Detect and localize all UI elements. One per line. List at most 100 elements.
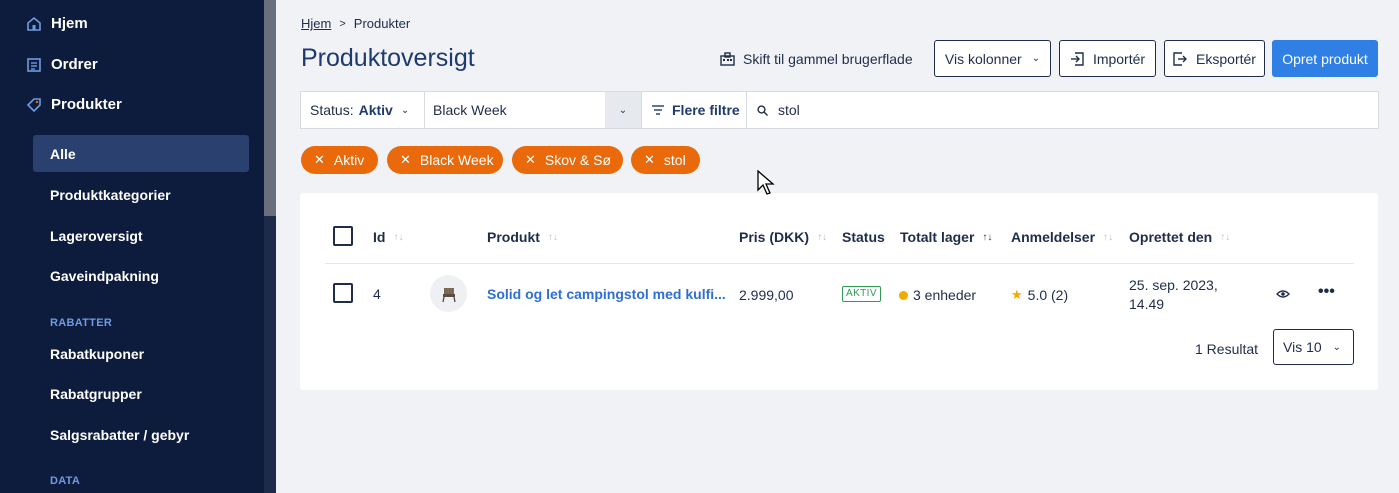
campaign-select-value: Black Week <box>433 102 507 118</box>
row-reviews[interactable]: ★ 5.0 (2) <box>1011 287 1068 303</box>
import-label: Importér <box>1092 50 1146 67</box>
column-header-stock[interactable]: Totalt lager ↑↓ <box>900 229 992 245</box>
sidebar-item-label: Produkter <box>51 96 122 113</box>
sidebar-item-label: Rabatkuponer <box>50 345 145 362</box>
export-button[interactable]: Eksportér <box>1164 40 1265 77</box>
column-header-id[interactable]: Id ↑↓ <box>373 229 403 245</box>
sidebar-item-gaveindpakning[interactable]: Gaveindpakning <box>33 257 249 294</box>
more-filters-label: Flere filtre <box>672 102 740 118</box>
import-button[interactable]: Importér <box>1059 40 1156 77</box>
search-input[interactable]: stol <box>747 92 1378 128</box>
sort-icon: ↑↓ <box>547 231 558 243</box>
page-size-select[interactable]: Vis 10 ⌄ <box>1273 329 1354 365</box>
page-size-label: Vis 10 <box>1283 339 1322 355</box>
sidebar-item-label: Produktkategorier <box>50 186 171 203</box>
column-header-label: Totalt lager <box>900 229 975 245</box>
column-header-status: Status <box>842 229 885 245</box>
column-header-reviews[interactable]: Anmeldelser ↑↓ <box>1011 229 1113 245</box>
star-icon: ★ <box>1011 287 1023 302</box>
filter-chip-label: stol <box>663 152 686 168</box>
select-all-checkbox[interactable] <box>333 226 353 246</box>
sidebar-item-produkter[interactable]: Produkter <box>26 96 122 113</box>
mouse-cursor-icon <box>757 170 775 195</box>
chevron-down-icon: ⌄ <box>400 104 410 116</box>
export-label: Eksportér <box>1196 50 1256 67</box>
row-reviews-value: 5.0 (2) <box>1027 287 1069 303</box>
sidebar-item-label: Hjem <box>51 15 88 32</box>
sidebar-item-ordrer[interactable]: Ordrer <box>26 56 98 73</box>
campaign-dropdown-toggle[interactable]: ⌄ <box>605 92 642 128</box>
result-count: 1 Resultat <box>1195 341 1259 357</box>
sort-icon: ↑↓ <box>817 231 828 243</box>
page-title: Produktoversigt <box>301 44 475 72</box>
column-header-label: Anmeldelser <box>1011 229 1096 245</box>
status-badge: AKTIV <box>842 286 881 302</box>
filter-chip-brand[interactable]: ✕ Skov & Sø <box>512 146 623 174</box>
sidebar-scrollbar-thumb[interactable] <box>264 0 276 216</box>
close-icon[interactable]: ✕ <box>400 152 411 168</box>
sort-icon: ↑↓ <box>393 231 404 243</box>
sidebar-item-label: Salgsrabatter / gebyr <box>50 426 190 443</box>
more-actions-icon[interactable]: ••• <box>1318 283 1335 301</box>
product-name-link[interactable]: Solid og let campingstol med kulfi... <box>487 286 726 302</box>
campaign-select[interactable]: Black Week <box>425 92 605 128</box>
sidebar-item-label: Gaveindpakning <box>50 267 159 284</box>
close-icon[interactable]: ✕ <box>314 152 325 168</box>
sidebar-section-data: DATA <box>50 475 81 487</box>
filter-chip-search[interactable]: ✕ stol <box>631 146 700 174</box>
sidebar-item-salgsrabatter[interactable]: Salgsrabatter / gebyr <box>33 416 249 453</box>
sidebar-item-label: Alle <box>50 145 76 162</box>
sidebar-item-produktkategorier[interactable]: Produktkategorier <box>33 176 249 213</box>
column-header-created[interactable]: Oprettet den ↑↓ <box>1129 229 1230 245</box>
orders-icon <box>26 57 42 73</box>
row-checkbox[interactable] <box>333 283 353 303</box>
old-ui-button[interactable]: Skift til gammel brugerflade <box>720 48 913 70</box>
column-header-label: Pris (DKK) <box>739 229 810 245</box>
row-created-time: 14.49 <box>1129 296 1165 312</box>
sidebar-item-alle[interactable]: Alle <box>33 135 249 172</box>
filter-chip-status[interactable]: ✕ Aktiv <box>301 146 378 174</box>
row-stock: 3 enheder <box>899 287 976 303</box>
status-filter-dropdown[interactable]: Status: Aktiv ⌄ <box>301 92 425 128</box>
chair-image <box>441 287 456 302</box>
status-filter-value: Aktiv <box>358 102 393 118</box>
breadcrumb-home-link[interactable]: Hjem <box>301 16 331 31</box>
row-created: 25. sep. 2023, 14.49 <box>1129 276 1218 314</box>
search-icon <box>757 104 768 116</box>
sidebar-item-lageroversigt[interactable]: Lageroversigt <box>33 217 249 254</box>
sidebar-item-rabatkuponer[interactable]: Rabatkuponer <box>33 335 249 372</box>
column-header-product[interactable]: Produkt ↑↓ <box>487 229 558 245</box>
create-product-label: Opret produkt <box>1282 50 1368 67</box>
close-icon[interactable]: ✕ <box>644 152 655 168</box>
sort-icon: ↑↓ <box>1103 231 1114 243</box>
product-thumbnail[interactable] <box>430 275 467 312</box>
chevron-down-icon: ⌄ <box>618 104 628 116</box>
row-price: 2.999,00 <box>739 287 794 303</box>
sidebar-item-label: Rabatgrupper <box>50 385 142 402</box>
filter-chip-label: Aktiv <box>333 152 365 168</box>
create-product-button[interactable]: Opret produkt <box>1272 40 1378 77</box>
sidebar-item-rabatgrupper[interactable]: Rabatgrupper <box>33 375 249 412</box>
sidebar-item-label: Ordrer <box>51 56 98 73</box>
more-filters-button[interactable]: Flere filtre <box>642 92 747 128</box>
column-header-label: Produkt <box>487 229 540 245</box>
sidebar-item-hjem[interactable]: Hjem <box>26 15 88 32</box>
filter-icon <box>652 105 664 115</box>
chevron-down-icon: ⌄ <box>1332 341 1342 353</box>
export-icon <box>1173 51 1188 66</box>
table-header-divider <box>325 263 1354 264</box>
column-header-price[interactable]: Pris (DKK) ↑↓ <box>739 229 827 245</box>
building-icon <box>720 52 735 66</box>
tag-icon <box>26 97 42 113</box>
columns-button[interactable]: Vis kolonner ⌄ <box>934 40 1051 77</box>
filter-bar: Status: Aktiv ⌄ Black Week ⌄ Flere filtr… <box>300 91 1379 129</box>
sort-icon: ↑↓ <box>1220 231 1231 243</box>
sidebar-item-label: Lageroversigt <box>50 227 143 244</box>
status-filter-key: Status: <box>310 102 354 118</box>
close-icon[interactable]: ✕ <box>525 152 536 168</box>
filter-chip-campaign[interactable]: ✕ Black Week <box>387 146 503 174</box>
column-header-label: Oprettet den <box>1129 229 1213 245</box>
view-eye-icon[interactable] <box>1276 286 1290 302</box>
search-input-value: stol <box>778 102 800 118</box>
row-id: 4 <box>373 286 381 302</box>
